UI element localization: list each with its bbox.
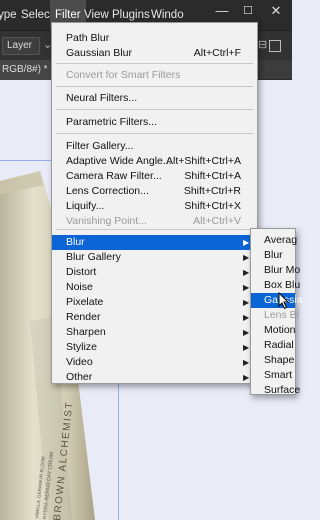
menu-item-label: Blur: [66, 236, 85, 248]
blur-submenu-item-shape[interactable]: Shape: [251, 353, 295, 368]
menu-item-label: Surface: [264, 384, 301, 396]
menu-item-label: Video: [66, 356, 93, 368]
menu-item-label: Noise: [66, 281, 93, 293]
filter-menu-item-path-blur[interactable]: Path Blur: [52, 31, 257, 46]
menu-separator: [56, 229, 253, 230]
menu-item-label: Filter Gallery...: [66, 140, 134, 152]
filter-menu-item-noise[interactable]: Noise ▶: [52, 280, 257, 295]
menu-item-label: Lens Bl: [264, 309, 300, 321]
menu-item-label: Liquify...: [66, 200, 105, 212]
filter-menu-item-stylize[interactable]: Stylize ▶: [52, 340, 257, 355]
filter-menu-item-adaptive-wide-angle[interactable]: Adaptive Wide Angle... Alt+Shift+Ctrl+A: [52, 154, 257, 169]
close-button[interactable]: ✕: [263, 0, 289, 22]
menu-item-label: Path Blur: [66, 32, 110, 44]
menu-item-label: Shape: [264, 354, 295, 366]
blur-submenu-item-motion[interactable]: Motion: [251, 323, 296, 338]
filter-menu: Path Blur Gaussian Blur Alt+Ctrl+F Convert …: [51, 22, 258, 384]
filter-menu-item-liquify[interactable]: Liquify... Shift+Ctrl+X: [52, 199, 257, 214]
filter-menu-item-pixelate[interactable]: Pixelate ▶: [52, 295, 257, 310]
filter-menu-item-gaussian-blur[interactable]: Gaussian Blur Alt+Ctrl+F: [52, 46, 257, 61]
menu-item-label: Box Blu: [264, 279, 301, 291]
maximize-button[interactable]: ☐: [235, 0, 261, 22]
filter-menu-item-parametric-filters[interactable]: Parametric Filters...: [52, 115, 257, 130]
submenu-arrow-icon: ▶: [243, 238, 250, 247]
menu-item-label: Render: [66, 311, 101, 323]
submenu-arrow-icon: ▶: [243, 373, 250, 382]
menu-item-label: Pixelate: [66, 296, 104, 308]
submenu-arrow-icon: ▶: [243, 268, 250, 277]
menu-item-label: Distort: [66, 266, 97, 278]
menu-item-label: Motion: [264, 324, 296, 336]
filter-menu-item-other[interactable]: Other ▶: [52, 370, 257, 385]
menu-item-label: Smart: [264, 369, 293, 381]
menu-item-shortcut: Shift+Ctrl+R: [183, 185, 241, 197]
submenu-arrow-icon: ▶: [243, 358, 250, 367]
filter-menu-item-distort[interactable]: Distort ▶: [52, 265, 257, 280]
minimize-button[interactable]: —: [209, 0, 235, 22]
filter-menu-item-convert-for-smart-filters: Convert for Smart Filters: [52, 68, 257, 83]
filter-menu-item-video[interactable]: Video ▶: [52, 355, 257, 370]
filter-menu-item-blur[interactable]: Blur ▶: [52, 235, 257, 250]
menu-item-label: Gaussian Blur: [66, 47, 132, 59]
blur-submenu-item-blur[interactable]: Blur: [251, 248, 295, 263]
menu-item-shortcut: Shift+Ctrl+A: [184, 170, 241, 182]
submenu-arrow-icon: ▶: [243, 253, 250, 262]
submenu-arrow-icon: ▶: [243, 298, 250, 307]
menu-item-shortcut: Alt+Shift+Ctrl+A: [166, 155, 241, 167]
menu-separator: [56, 63, 253, 64]
menu-separator: [56, 109, 253, 110]
menu-item-label: Convert for Smart Filters: [66, 69, 181, 81]
filter-menu-item-filter-gallery[interactable]: Filter Gallery...: [52, 139, 257, 154]
mouse-cursor-icon: [278, 292, 290, 310]
menu-separator: [56, 86, 253, 87]
transform-controls-icon[interactable]: [269, 40, 281, 52]
blur-submenu-item-blur-mo[interactable]: Blur Mo: [251, 263, 300, 278]
menu-item-label: Other: [66, 371, 93, 383]
submenu-arrow-icon: ▶: [243, 283, 250, 292]
menu-separator: [56, 133, 253, 134]
menu-item-label: Parametric Filters...: [66, 116, 158, 128]
menu-item-label: Camera Raw Filter...: [66, 170, 162, 182]
filter-menu-item-sharpen[interactable]: Sharpen ▶: [52, 325, 257, 340]
menu-item-shortcut: Shift+Ctrl+X: [184, 200, 241, 212]
layer-select[interactable]: Layer: [2, 37, 40, 55]
filter-menu-item-render[interactable]: Render ▶: [52, 310, 257, 325]
filter-menu-item-neural-filters[interactable]: Neural Filters...: [52, 91, 257, 106]
blur-submenu-item-radial[interactable]: Radial: [251, 338, 295, 353]
filter-menu-item-camera-raw-filter[interactable]: Camera Raw Filter... Shift+Ctrl+A: [52, 169, 257, 184]
menu-select[interactable]: Select: [21, 0, 53, 30]
menu-item-label: Averag: [264, 234, 298, 246]
submenu-arrow-icon: ▶: [243, 328, 250, 337]
filter-menu-item-blur-gallery[interactable]: Blur Gallery ▶: [52, 250, 257, 265]
menu-item-label: Adaptive Wide Angle...: [66, 155, 172, 167]
menu-item-shortcut: Alt+Ctrl+V: [193, 215, 241, 227]
menu-item-label: Stylize: [66, 341, 97, 353]
blur-submenu-item-smart[interactable]: Smart: [251, 368, 295, 383]
menu-item-label: Vanishing Point...: [66, 215, 147, 227]
menu-item-label: Blur Mo: [264, 264, 301, 276]
menu-item-label: Radial: [264, 339, 294, 351]
blur-submenu-item-box-blu[interactable]: Box Blu: [251, 278, 300, 293]
blur-submenu: AveragBlurBlur MoBox BluGaussiaLens BlMo…: [250, 228, 303, 398]
filter-menu-item-vanishing-point: Vanishing Point... Alt+Ctrl+V: [52, 214, 257, 229]
menu-item-label: Sharpen: [66, 326, 106, 338]
menu-type[interactable]: ype: [0, 0, 17, 30]
submenu-arrow-icon: ▶: [243, 343, 250, 352]
blur-submenu-item-lens-bl: Lens Bl: [251, 308, 299, 323]
filter-menu-item-lens-correction[interactable]: Lens Correction... Shift+Ctrl+R: [52, 184, 257, 199]
blur-submenu-item-surface[interactable]: Surface: [251, 383, 300, 398]
menu-item-label: Lens Correction...: [66, 185, 149, 197]
blur-submenu-item-averag[interactable]: Averag: [251, 233, 298, 248]
menu-item-shortcut: Alt+Ctrl+F: [193, 47, 241, 59]
align-icon[interactable]: ⊟: [258, 38, 267, 51]
submenu-arrow-icon: ▶: [243, 313, 250, 322]
menu-item-label: Blur Gallery: [66, 251, 121, 263]
menu-item-label: Blur: [264, 249, 283, 261]
menu-item-label: Neural Filters...: [66, 92, 138, 104]
document-tab[interactable]: RGB/8#) *: [0, 60, 52, 80]
